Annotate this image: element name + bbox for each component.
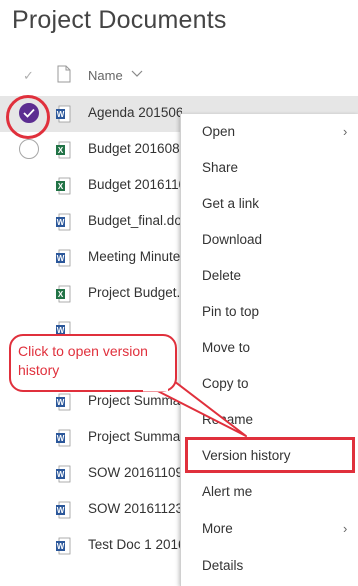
- callout-pointer-join: [143, 388, 168, 392]
- callout-text: Click to open version history: [18, 343, 148, 378]
